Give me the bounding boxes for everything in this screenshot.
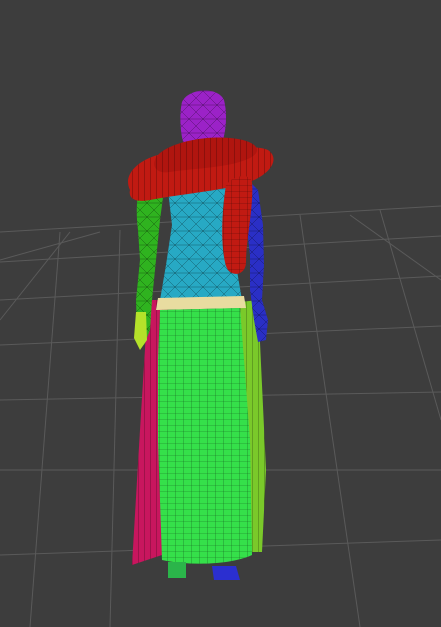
skirt-front-wire [158,308,252,564]
left-hand [134,312,147,350]
right-foot [212,566,240,580]
grid-line [299,214,361,627]
grid-line [349,214,441,281]
viewport-canvas[interactable] [0,0,441,627]
mannequin-model[interactable] [128,90,274,580]
grid-line [379,209,441,421]
grid-line [0,231,71,321]
waistband [156,296,246,310]
left-foot [168,562,186,578]
grid-line [109,229,121,627]
grid-line [0,231,101,261]
grid-line [29,231,61,627]
3d-viewport[interactable] [0,0,441,627]
